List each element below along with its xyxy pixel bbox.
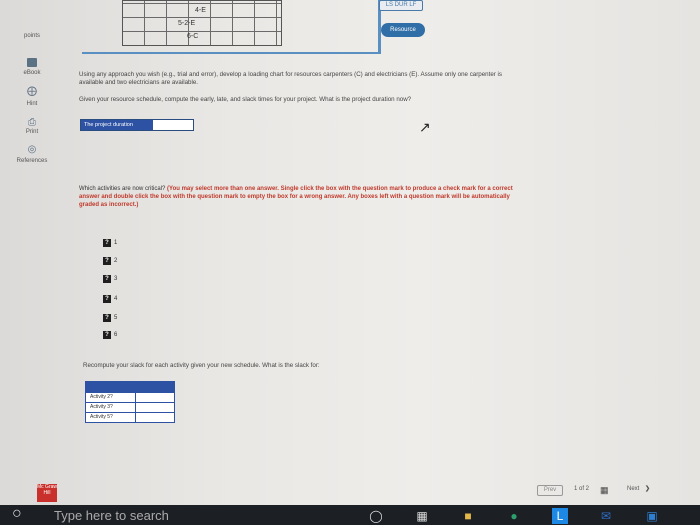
grid-view-icon[interactable]: ▦: [600, 485, 609, 496]
slack-row-label: Activity 3?: [86, 403, 136, 412]
critical-question-text: Which activities are now critical?: [79, 186, 166, 192]
question-mark-box[interactable]: ?: [103, 274, 111, 283]
slack-table-header: [86, 382, 174, 392]
activity-number: 2: [114, 257, 118, 264]
activity-number: 4: [114, 295, 118, 302]
search-icon[interactable]: ○: [12, 505, 22, 523]
slack-row: Activity 2?: [86, 392, 174, 402]
activity-checkbox-5[interactable]: ? 5: [103, 309, 118, 322]
left-tool-rail: points eBook ⨁ Hint ⎙ Print ◎ References: [0, 0, 62, 505]
activity-checkbox-6[interactable]: ? 6: [103, 326, 118, 339]
activity-number: 1: [114, 239, 118, 246]
question-mark-box[interactable]: ?: [103, 330, 111, 339]
slack-row: Activity 5?: [86, 412, 174, 422]
prev-button[interactable]: Prev: [537, 485, 563, 496]
activity-number: 3: [114, 275, 118, 282]
edge-browser-icon[interactable]: ●: [506, 508, 522, 524]
question-mark-box[interactable]: ?: [103, 294, 111, 303]
resource-button[interactable]: Resource: [381, 23, 425, 37]
activity-checkbox-3[interactable]: ? 3: [103, 270, 118, 283]
next-label[interactable]: Next: [627, 486, 639, 492]
chevron-right-icon: ❯: [645, 486, 651, 492]
slack-input[interactable]: [137, 393, 174, 402]
activity-number: 6: [114, 331, 118, 338]
slack-row: Activity 3?: [86, 402, 174, 412]
project-duration-row: The project duration: [80, 119, 194, 131]
duration-label: The project duration: [81, 120, 153, 130]
slack-row-label: Activity 2?: [86, 393, 136, 402]
cortana-icon[interactable]: ◯: [368, 508, 384, 524]
question-mark-box[interactable]: ?: [103, 238, 111, 247]
references-icon[interactable]: ◎: [26, 145, 38, 155]
task-label: 6-C: [187, 33, 199, 40]
duration-input[interactable]: [154, 120, 192, 129]
ebook-icon[interactable]: [27, 58, 37, 67]
app-l-icon[interactable]: L: [552, 508, 568, 524]
task-label: 5-2-E: [178, 20, 196, 27]
hint-icon[interactable]: ⨁: [26, 87, 38, 97]
slack-table: Activity 2? Activity 3? Activity 5?: [85, 381, 175, 423]
slack-question: Recompute your slack for each activity g…: [83, 362, 320, 369]
points-label: points: [23, 33, 40, 39]
file-explorer-icon[interactable]: ■: [460, 508, 476, 524]
ls-dur-lf-legend: LS DUR LF: [379, 0, 423, 11]
mail-icon[interactable]: ✉: [598, 508, 614, 524]
loading-chart-panel: 4-E 5-2-E 6-C LS DUR LF Resource: [82, 0, 425, 54]
duration-question: Given your resource schedule, compute th…: [79, 96, 412, 103]
critical-question: Which activities are now critical? (You …: [79, 185, 519, 209]
references-label[interactable]: References: [14, 158, 50, 164]
print-label[interactable]: Print: [14, 129, 50, 135]
windows-taskbar: ○ Type here to search ◯ ▦ ■ ● L ✉ ▣: [0, 505, 700, 525]
activity-checkbox-1[interactable]: ? 1: [103, 234, 118, 247]
activity-checkbox-4[interactable]: ? 4: [103, 290, 118, 303]
question-mark-box[interactable]: ?: [103, 313, 111, 322]
activity-number: 5: [114, 314, 118, 321]
taskbar-search-input[interactable]: Type here to search: [54, 507, 204, 525]
store-icon[interactable]: ▣: [644, 508, 660, 524]
hint-label[interactable]: Hint: [14, 101, 50, 107]
mcgraw-hill-logo: Mc Graw Hill: [37, 484, 57, 502]
slack-row-label: Activity 5?: [86, 413, 136, 422]
ebook-label[interactable]: eBook: [14, 70, 50, 76]
next-button[interactable]: Next ❯: [627, 485, 663, 494]
assignment-page: points eBook ⨁ Hint ⎙ Print ◎ References…: [0, 0, 700, 505]
task-label: 4-E: [195, 7, 206, 14]
slack-input[interactable]: [137, 403, 174, 412]
page-indicator: 1 of 2: [574, 486, 590, 492]
task-view-icon[interactable]: ▦: [414, 508, 430, 524]
question-mark-box[interactable]: ?: [103, 256, 111, 265]
mouse-cursor-icon: ↗: [419, 119, 431, 135]
slack-input[interactable]: [137, 413, 174, 422]
instruction-text: Using any approach you wish (e.g., trial…: [79, 71, 503, 86]
print-icon[interactable]: ⎙: [26, 118, 38, 128]
activity-checkbox-2[interactable]: ? 2: [103, 252, 118, 265]
